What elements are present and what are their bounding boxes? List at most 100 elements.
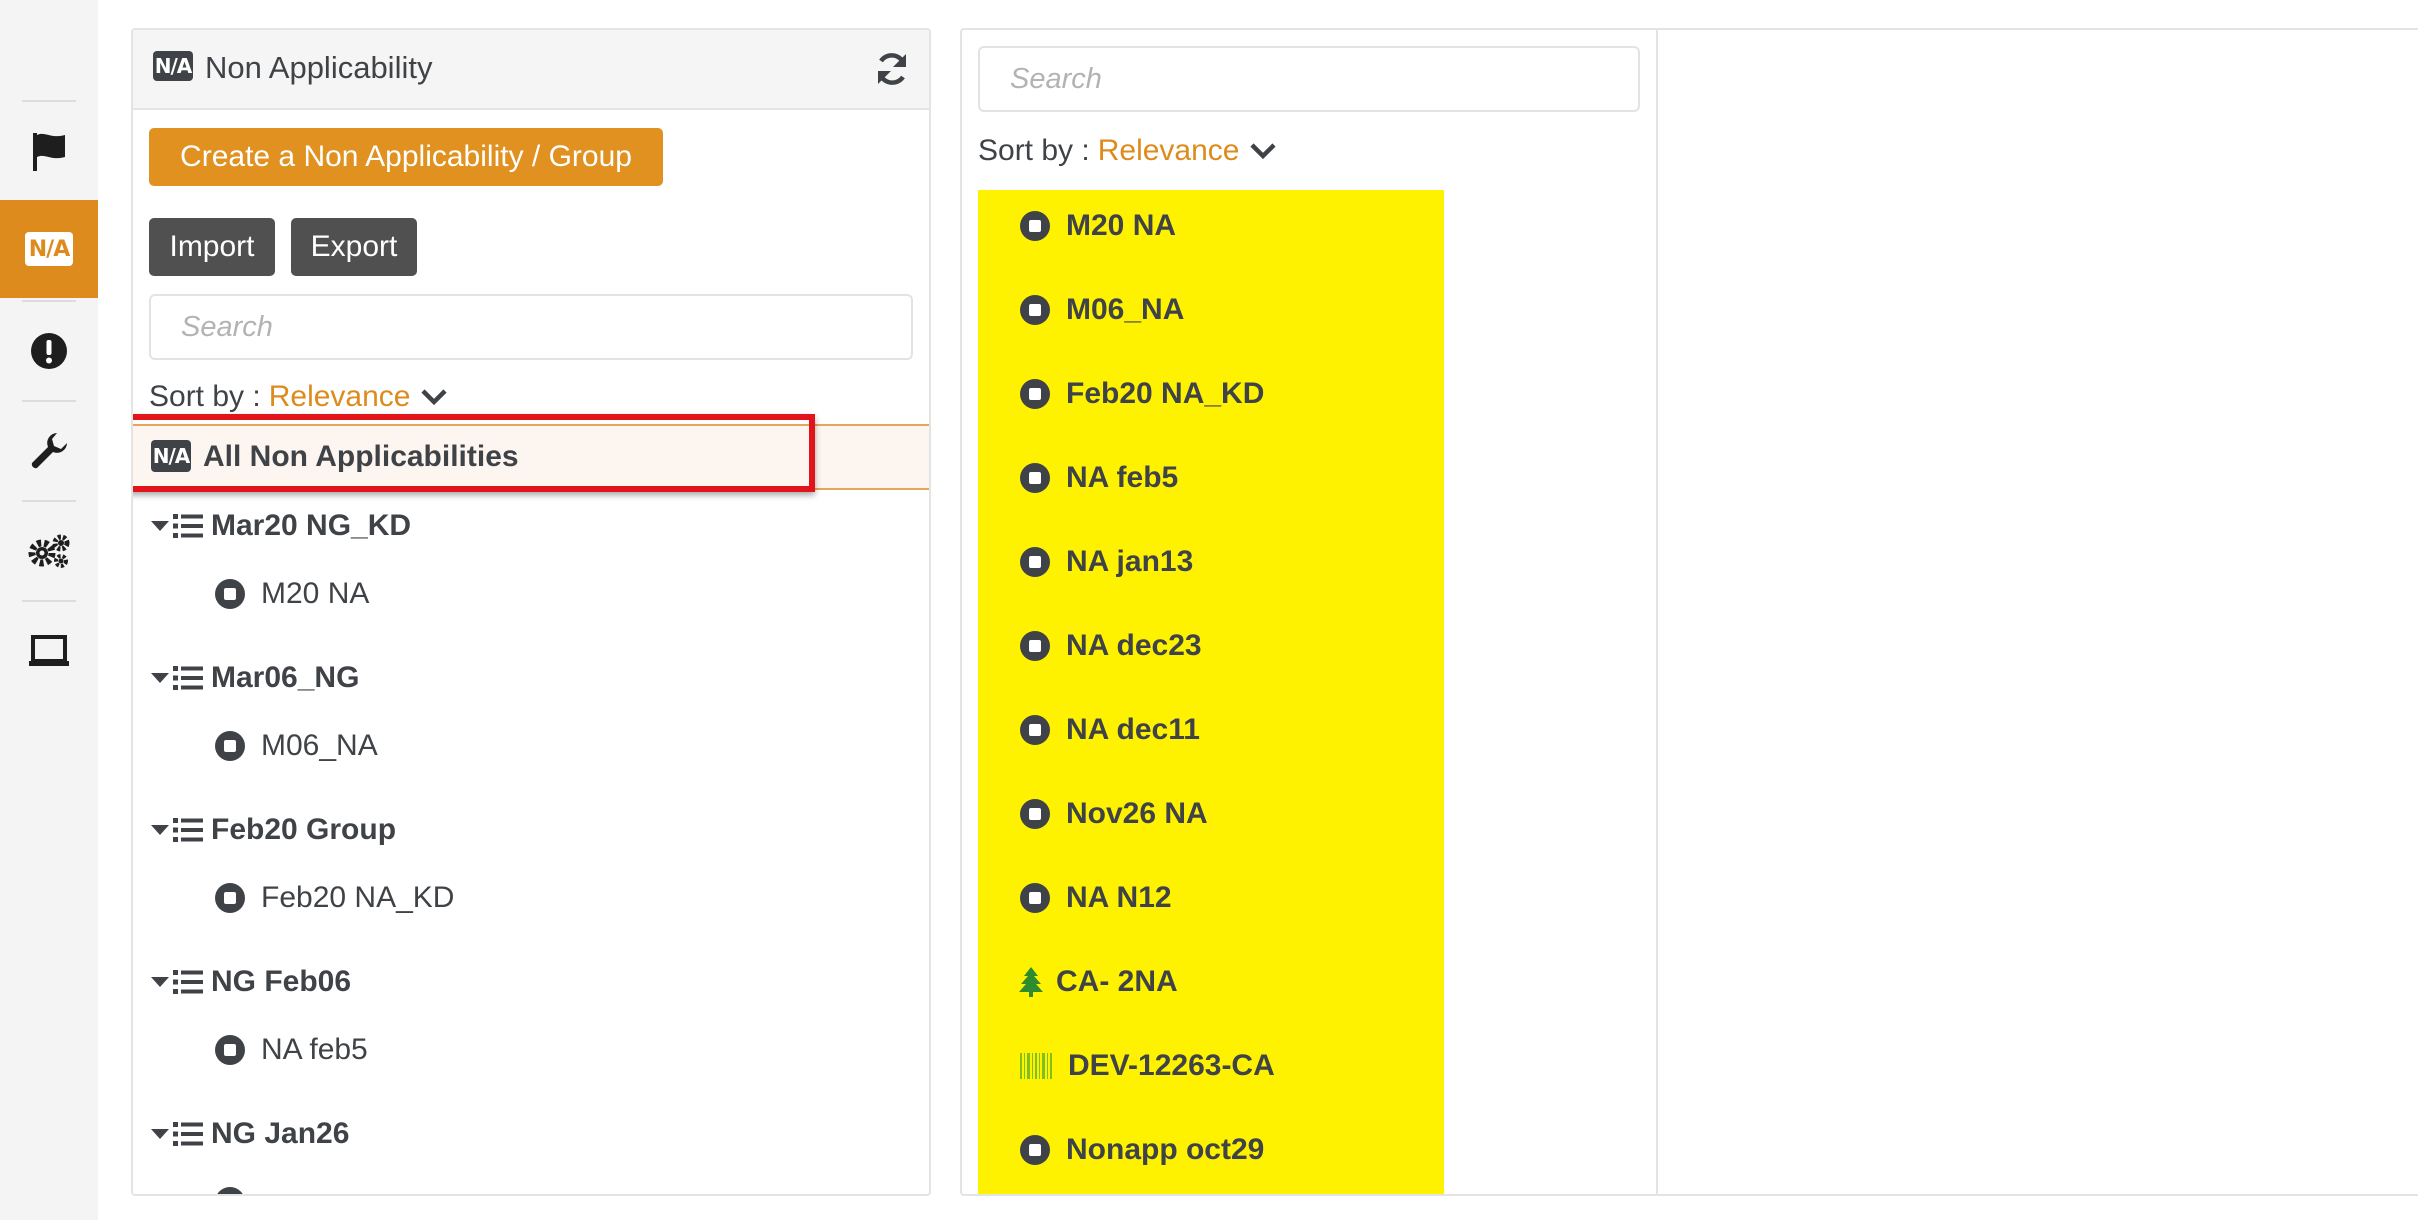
- list-item[interactable]: CA- 2NA: [1018, 960, 1178, 1004]
- group-row-mar20[interactable]: Mar20 NG_KD: [151, 506, 411, 546]
- list-item[interactable]: Feb20 NA_KD: [1020, 372, 1264, 416]
- sidebar-item-non-applicability[interactable]: N/A: [0, 200, 98, 298]
- item-label: Nonapp oct29: [1066, 1133, 1265, 1166]
- stop-circle-icon: [1020, 631, 1050, 661]
- list-item[interactable]: DEV-12263-CA: [1020, 1044, 1275, 1088]
- search-input[interactable]: Search: [149, 294, 913, 360]
- sidebar-item-tools[interactable]: [0, 402, 98, 500]
- group-label: NG Jan26: [211, 1117, 350, 1150]
- group-row-feb20[interactable]: Feb20 Group: [151, 810, 396, 850]
- detail-search-input[interactable]: Search: [978, 46, 1640, 112]
- sidebar-item-alerts[interactable]: [0, 302, 98, 400]
- item-label: NA feb5: [261, 1033, 368, 1066]
- list-item[interactable]: M20 NA: [1020, 204, 1176, 248]
- list-icon: [173, 970, 203, 994]
- item-label: CA- 2NA: [1056, 965, 1178, 998]
- group-row-mar06[interactable]: Mar06_NG: [151, 658, 359, 698]
- item-label: NA feb5: [1066, 461, 1179, 494]
- item-label: NA dec11: [1066, 713, 1200, 746]
- stop-circle-icon: [1020, 1135, 1050, 1165]
- import-button[interactable]: Import: [149, 218, 275, 276]
- wrench-icon: [31, 433, 67, 469]
- list-icon: [173, 666, 203, 690]
- flag-icon: [33, 133, 65, 171]
- list-item[interactable]: M06_NA: [215, 726, 378, 766]
- group-row-ng-feb06[interactable]: NG Feb06: [151, 962, 351, 1002]
- sidebar-item-flag[interactable]: [0, 102, 98, 200]
- chevron-down-icon[interactable]: [1249, 141, 1277, 161]
- gears-icon: [28, 534, 70, 568]
- stop-circle-icon: [1020, 295, 1050, 325]
- stop-circle-icon: [1020, 463, 1050, 493]
- barcode-icon: [1020, 1053, 1052, 1079]
- create-non-applicability-button[interactable]: Create a Non Applicability / Group: [149, 128, 663, 186]
- item-label: Nov26 NA: [1066, 797, 1208, 830]
- list-item[interactable]: NA feb5: [1020, 456, 1178, 500]
- item-label: M06_NA: [1066, 293, 1185, 326]
- item-label: M20 NA: [1066, 209, 1177, 242]
- na-icon: N/A: [25, 232, 73, 266]
- stop-circle-icon: [1020, 211, 1050, 241]
- stop-circle-icon: [1020, 715, 1050, 745]
- item-label: M20 NA: [261, 577, 370, 610]
- group-row-ng-jan26[interactable]: NG Jan26: [151, 1114, 349, 1154]
- refresh-icon[interactable]: [873, 50, 911, 88]
- highlighted-na-list: M20 NA M06_NA Feb20 NA_KD NA feb5 NA jan…: [978, 190, 1444, 1194]
- caret-down-icon[interactable]: [151, 1129, 169, 1139]
- stop-circle-icon: [1020, 379, 1050, 409]
- list-icon: [173, 1122, 203, 1146]
- sort-label: Sort by :: [978, 134, 1090, 167]
- alert-circle-icon: [31, 333, 67, 369]
- caret-down-icon[interactable]: [151, 977, 169, 987]
- sidebar-item-devices[interactable]: [0, 602, 98, 700]
- stop-circle-icon: [215, 883, 245, 913]
- sort-value[interactable]: Relevance: [269, 380, 411, 414]
- stop-circle-icon: [215, 731, 245, 761]
- list-item[interactable]: M20 NA: [215, 574, 369, 614]
- tree-icon: [1019, 967, 1043, 997]
- detail-panel: Search Sort by : Relevance M20 NA M06_NA…: [960, 28, 2418, 1196]
- caret-down-icon[interactable]: [151, 673, 169, 683]
- list-item[interactable]: NA N12: [1020, 876, 1172, 920]
- list-item[interactable]: Feb20 NA_KD: [215, 878, 454, 918]
- red-highlight-annotation: [133, 414, 815, 492]
- item-label: NA jan13: [1066, 545, 1194, 578]
- stop-circle-icon: [215, 1035, 245, 1065]
- all-non-applicabilities-item[interactable]: N/A All Non Applicabilities: [133, 414, 929, 492]
- item-label: Feb20 NA_KD: [1066, 377, 1265, 410]
- stop-circle-icon: [215, 1187, 245, 1194]
- list-item[interactable]: M06_NA: [1020, 288, 1184, 332]
- caret-down-icon[interactable]: [151, 521, 169, 531]
- list-item[interactable]: Nov26 NA: [1020, 792, 1208, 836]
- list-item[interactable]: NA dec23: [1020, 624, 1202, 668]
- sort-value[interactable]: Relevance: [1098, 134, 1240, 168]
- sort-control[interactable]: Sort by : Relevance: [149, 380, 448, 414]
- list-item[interactable]: Nonapp oct29: [1020, 1128, 1264, 1172]
- caret-down-icon[interactable]: [151, 825, 169, 835]
- list-item[interactable]: NA jan13: [1020, 540, 1193, 584]
- item-label: NA dec23: [1066, 629, 1202, 662]
- non-applicability-panel: N/A Non Applicability Create a Non Appli…: [131, 28, 931, 1196]
- sidebar-item-settings[interactable]: [0, 502, 98, 600]
- na-badge-icon: N/A: [153, 51, 193, 81]
- list-item-partial[interactable]: [215, 1182, 245, 1194]
- group-label: Feb20 Group: [211, 813, 397, 846]
- detail-sort-control[interactable]: Sort by : Relevance: [978, 134, 1277, 168]
- panel-divider: [1656, 30, 1658, 1194]
- chevron-down-icon[interactable]: [420, 387, 448, 407]
- stop-circle-icon: [1020, 547, 1050, 577]
- panel-header: N/A Non Applicability: [133, 30, 929, 110]
- group-label: NG Feb06: [211, 965, 352, 998]
- item-label: M06_NA: [261, 729, 378, 762]
- item-label: NA N12: [1066, 881, 1172, 914]
- list-icon: [173, 514, 203, 538]
- export-button[interactable]: Export: [291, 218, 417, 276]
- group-label: Mar06_NG: [211, 661, 360, 694]
- list-icon: [173, 818, 203, 842]
- list-item[interactable]: NA feb5: [215, 1030, 368, 1070]
- list-item[interactable]: NA dec11: [1020, 708, 1200, 752]
- panel-title: Non Applicability: [205, 50, 433, 85]
- stop-circle-icon: [215, 579, 245, 609]
- stop-circle-icon: [1020, 883, 1050, 913]
- item-label: DEV-12263-CA: [1068, 1049, 1275, 1082]
